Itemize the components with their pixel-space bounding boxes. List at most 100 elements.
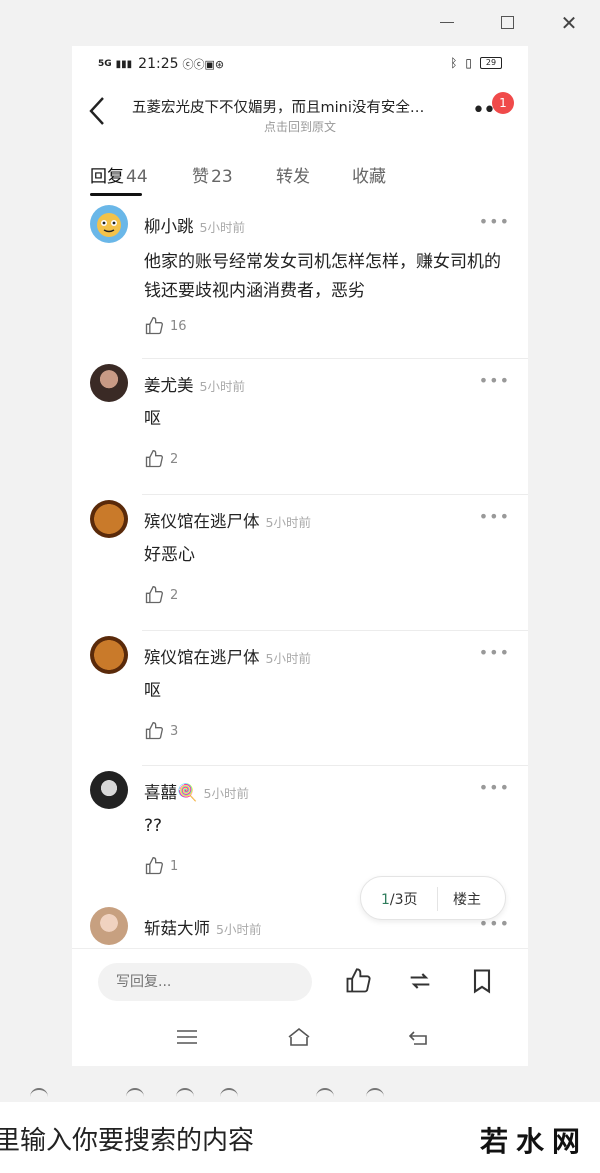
- like-button[interactable]: 2: [144, 449, 178, 469]
- comment-text: 呕: [144, 409, 161, 429]
- like-count: 3: [170, 723, 179, 739]
- comment-username[interactable]: 殡仪馆在逃尸体 5小时前: [144, 644, 311, 668]
- home-icon[interactable]: [286, 1026, 312, 1048]
- tab-likes[interactable]: 赞 23: [192, 162, 233, 187]
- comment-time: 5小时前: [199, 220, 245, 235]
- bookmark-icon[interactable]: [468, 967, 496, 995]
- op-only-button[interactable]: 楼主: [453, 889, 481, 909]
- tab-favorites[interactable]: 收藏: [352, 162, 386, 187]
- like-button[interactable]: 3: [144, 721, 178, 741]
- more-options-button[interactable]: ••: [472, 98, 496, 123]
- menu-icon[interactable]: [174, 1026, 200, 1048]
- comment-more-button[interactable]: •••: [479, 371, 510, 390]
- comment-more-button[interactable]: •••: [479, 212, 510, 231]
- back-to-post-link[interactable]: 点击回到原文: [132, 118, 468, 135]
- maximize-button[interactable]: [495, 10, 521, 36]
- cartoon-avatar-icon: [97, 213, 121, 237]
- comment-username[interactable]: 喜囍🍭 5小时前: [144, 779, 249, 803]
- comment-username[interactable]: 柳小跳 5小时前: [144, 213, 245, 237]
- tab-count: 23: [211, 167, 233, 187]
- notification-icons: ⓒⓒ▣⊛: [182, 58, 225, 71]
- network-signal: 5G: [98, 59, 112, 69]
- comment-username[interactable]: 斩菇大师 5小时前: [144, 915, 261, 939]
- avatar[interactable]: [90, 636, 128, 674]
- thumbs-up-icon: [145, 856, 164, 875]
- like-button[interactable]: 1: [144, 856, 178, 876]
- username-text: 喜囍🍭: [144, 783, 198, 802]
- toolbar-icon: [316, 1088, 334, 1100]
- comment-time: 5小时前: [216, 922, 262, 937]
- comment-text: 呕: [144, 681, 161, 701]
- top-navigation: 五菱宏光皮下不仅媚男，而且mini没有安全… 点击回到原文 •• 1: [72, 84, 528, 144]
- comment-time: 5小时前: [265, 651, 311, 666]
- page-navigator: 1/3页 楼主: [360, 876, 506, 920]
- current-page: 1: [381, 892, 390, 908]
- comment-username[interactable]: 殡仪馆在逃尸体 5小时前: [144, 508, 311, 532]
- page-indicator-button[interactable]: 1/3页: [381, 889, 418, 909]
- brand-logo: 若水网: [480, 1125, 589, 1158]
- more-dots-icon: ••: [472, 98, 496, 123]
- avatar[interactable]: [90, 500, 128, 538]
- thumbs-up-icon[interactable]: [344, 967, 372, 995]
- comment-more-button[interactable]: •••: [479, 507, 510, 526]
- comment-list: 柳小跳 5小时前 ••• 他家的账号经常发女司机怎样怎样，赚女司机的钱还要歧视内涵…: [72, 200, 528, 948]
- comment-item: 姜尤美 5小时前 ••• 呕 2: [72, 359, 528, 495]
- thumbs-up-icon: [145, 316, 164, 335]
- bottom-action-bar: [72, 948, 528, 1008]
- toolbar-icon: [220, 1088, 238, 1100]
- tab-label: 赞: [192, 167, 209, 187]
- search-placeholder: 里输入你要搜索的内容: [0, 1126, 255, 1156]
- maximize-icon: [501, 16, 514, 29]
- active-tab-indicator: [90, 193, 142, 196]
- avatar[interactable]: [90, 205, 128, 243]
- comment-more-button[interactable]: •••: [479, 643, 510, 662]
- comment-item: 殡仪馆在逃尸体 5小时前 ••• 好恶心 2: [72, 495, 528, 631]
- comment-time: 5小时前: [265, 515, 311, 530]
- tab-reposts[interactable]: 转发: [276, 162, 310, 187]
- toolbar-icon: [176, 1088, 194, 1100]
- back-nav-icon[interactable]: [406, 1026, 432, 1048]
- like-button[interactable]: 2: [144, 585, 178, 605]
- repost-icon[interactable]: [406, 967, 434, 995]
- tab-bar: 回复 44 赞 23 转发 收藏: [72, 154, 528, 200]
- thumbs-up-icon: [145, 721, 164, 740]
- comment-time: 5小时前: [199, 379, 245, 394]
- brand-watermark: 若水网: [476, 1102, 600, 1173]
- reply-input[interactable]: [98, 963, 312, 1001]
- system-nav-bar: [72, 1008, 528, 1066]
- comment-item: 柳小跳 5小时前 ••• 他家的账号经常发女司机怎样怎样，赚女司机的钱还要歧视内涵…: [72, 200, 528, 359]
- toolbar-icon: [30, 1088, 48, 1100]
- tab-label: 转发: [276, 167, 310, 187]
- like-button[interactable]: 16: [144, 316, 187, 336]
- close-button[interactable]: ✕: [556, 10, 582, 36]
- like-count: 2: [170, 451, 179, 467]
- comment-item: 殡仪馆在逃尸体 5小时前 ••• 呕 3: [72, 631, 528, 766]
- tab-replies[interactable]: 回复 44: [90, 162, 148, 187]
- comment-text: ??: [144, 816, 163, 836]
- post-title[interactable]: 五菱宏光皮下不仅媚男，而且mini没有安全…: [132, 96, 468, 117]
- avatar[interactable]: [90, 907, 128, 945]
- avatar[interactable]: [90, 771, 128, 809]
- back-button[interactable]: [88, 96, 106, 133]
- bluetooth-icon: ᛒ: [450, 56, 458, 70]
- thumbs-up-icon: [145, 449, 164, 468]
- status-time: 21:25: [138, 56, 179, 72]
- close-icon: ✕: [560, 11, 578, 35]
- thumbs-up-icon: [145, 585, 164, 604]
- username-text: 姜尤美: [144, 376, 194, 395]
- phone-screen: 5G ▮▮▮ 21:25 ⓒⓒ▣⊛ ᛒ ▯ 29 五菱宏光皮下不仅媚男，而且mi…: [72, 46, 528, 1066]
- username-text: 殡仪馆在逃尸体: [144, 648, 260, 667]
- chevron-left-icon: [89, 97, 104, 125]
- comment-time: 5小时前: [203, 786, 249, 801]
- status-bar: 5G ▮▮▮ 21:25 ⓒⓒ▣⊛ ᛒ ▯ 29: [72, 46, 528, 84]
- username-text: 殡仪馆在逃尸体: [144, 512, 260, 531]
- avatar[interactable]: [90, 364, 128, 402]
- comment-username[interactable]: 姜尤美 5小时前: [144, 372, 245, 396]
- comment-more-button[interactable]: •••: [479, 778, 510, 797]
- toolbar-icon: [126, 1088, 144, 1100]
- like-count: 16: [170, 318, 187, 334]
- search-bar[interactable]: 里输入你要搜索的内容: [0, 1102, 476, 1173]
- notification-badge: 1: [492, 92, 514, 114]
- minimize-button[interactable]: [434, 10, 460, 36]
- signal-bars-icon: ▮▮▮: [115, 58, 133, 70]
